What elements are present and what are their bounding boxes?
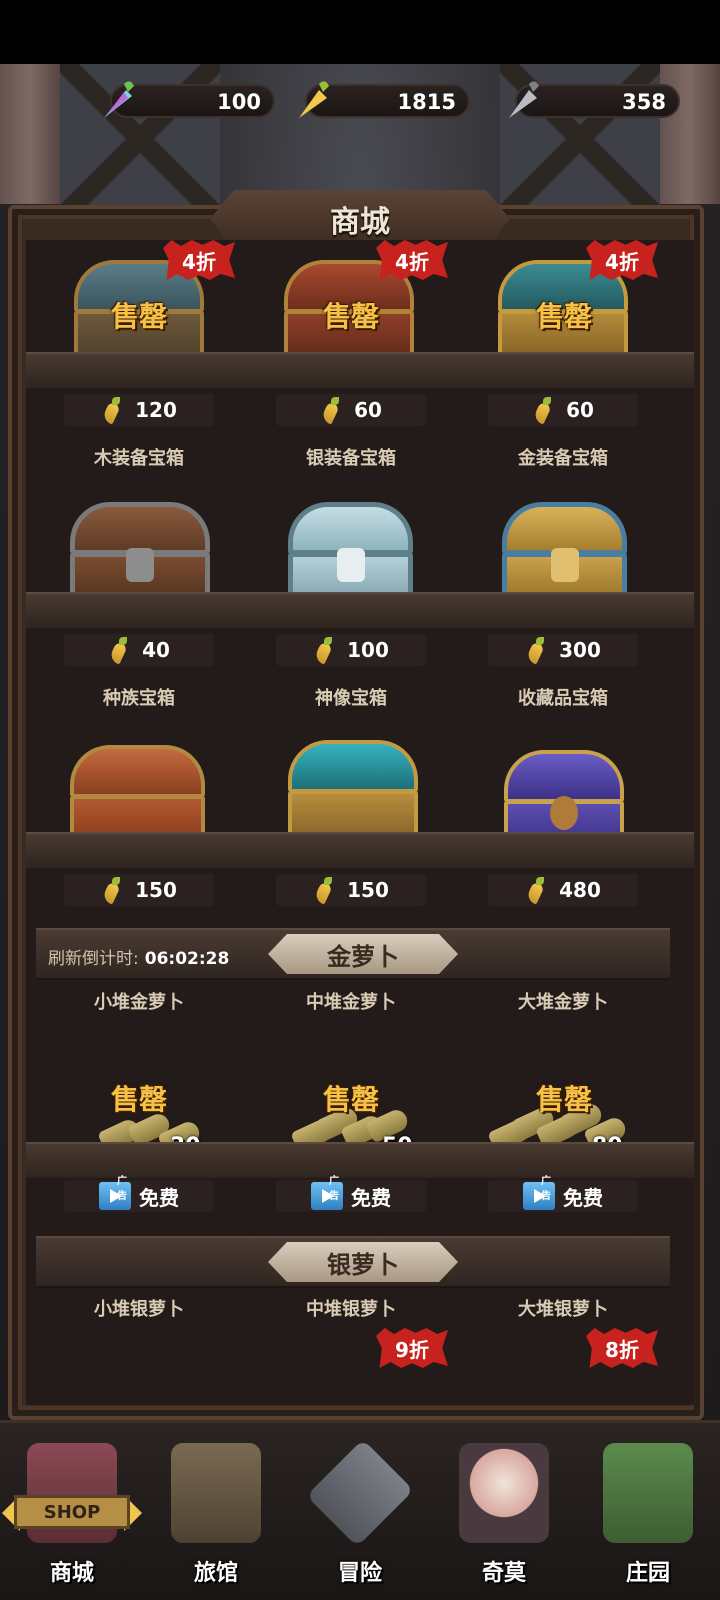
shop-shelves: 售罄 售罄 售罄 4折 4折 4折 120 60 60 木装备宝箱 银装备宝箱 … (26, 240, 694, 1405)
nav-shop[interactable]: SHOP 商城 (0, 1423, 144, 1600)
currency-gold-value: 1815 (397, 90, 456, 114)
currency-silver[interactable]: 358 (509, 81, 680, 118)
price-button[interactable]: 300 (488, 634, 638, 666)
gold-carrot-icon (525, 637, 547, 663)
price-button[interactable]: 40 (64, 634, 214, 666)
price-value: 120 (135, 398, 177, 422)
gold-carrot-icon (525, 877, 547, 903)
currency-rainbow-value: 100 (217, 90, 261, 114)
item-name: 小堆银萝卜 (94, 1299, 184, 1320)
price-value: 480 (559, 878, 601, 902)
nav-label: 庄园 (625, 1561, 670, 1586)
ad-label: 广告 (541, 1176, 551, 1202)
curtain-left (0, 64, 60, 204)
ad-play-icon: 广告 (523, 1176, 555, 1210)
price-value: 60 (566, 398, 594, 422)
item-name: 种族宝箱 (103, 688, 175, 709)
countdown-value: 06:02:28 (144, 949, 230, 969)
soldout-label: 售罄 (323, 300, 380, 333)
soldout-label: 售罄 (111, 300, 168, 333)
item-name: 大堆银萝卜 (518, 1299, 608, 1320)
price-value: 150 (347, 878, 389, 902)
gold-carrot-icon (101, 877, 123, 903)
soldout-label: 售罄 (111, 1083, 168, 1116)
price-value: 40 (142, 638, 170, 662)
price-button[interactable]: 480 (488, 874, 638, 906)
nav-label: 冒险 (337, 1561, 382, 1586)
gold-carrot-icon (320, 397, 342, 423)
free-label: 免费 (563, 1185, 603, 1210)
discount-badge: 8折 (586, 1328, 658, 1368)
nav-label: 商城 (49, 1561, 94, 1586)
item-name: 银装备宝箱 (306, 448, 396, 469)
soldout-label: 售罄 (536, 1083, 593, 1116)
status-bar (0, 0, 720, 64)
ad-play-icon: 广告 (99, 1176, 131, 1210)
price-button[interactable]: 150 (276, 874, 426, 906)
price-value: 150 (135, 878, 177, 902)
crossed-swords-icon (306, 1439, 414, 1547)
gold-carrot-icon (101, 397, 123, 423)
chimo-character-icon (459, 1443, 549, 1543)
price-button[interactable]: 60 (488, 394, 638, 426)
nav-inn[interactable]: 旅馆 (144, 1423, 288, 1600)
nav-label: 奇莫 (481, 1561, 526, 1586)
item-name: 收藏品宝箱 (518, 688, 608, 709)
nav-manor[interactable]: 庄园 (576, 1423, 720, 1600)
discount-badge: 9折 (376, 1328, 448, 1368)
item-name: 金装备宝箱 (518, 448, 608, 469)
ad-label: 广告 (329, 1176, 339, 1202)
item-name: 神像宝箱 (315, 688, 387, 709)
watch-ad-button[interactable]: 广告 免费 (488, 1176, 638, 1212)
silver-section-title: 银萝卜 (268, 1242, 458, 1282)
shelf-plank (26, 352, 694, 388)
item-name: 中堆银萝卜 (306, 1299, 396, 1320)
price-value: 60 (354, 398, 382, 422)
nav-chimo[interactable]: 奇莫 (432, 1423, 576, 1600)
ad-play-icon: 广告 (311, 1176, 343, 1210)
price-button[interactable]: 100 (276, 634, 426, 666)
free-label: 免费 (351, 1185, 391, 1210)
ad-label: 广告 (117, 1176, 127, 1202)
soldout-label: 售罄 (323, 1083, 380, 1116)
gold-carrot-icon (313, 637, 335, 663)
nav-label: 旅馆 (193, 1561, 238, 1586)
inn-gate-icon (171, 1443, 261, 1543)
currency-rainbow[interactable]: 100 (104, 81, 275, 118)
price-button[interactable]: 60 (276, 394, 426, 426)
item-name: 大堆金萝卜 (518, 992, 608, 1013)
shelf-plank (26, 592, 694, 628)
watch-ad-button[interactable]: 广告 免费 (64, 1176, 214, 1212)
discount-badge: 4折 (586, 240, 658, 280)
price-value: 300 (559, 638, 601, 662)
shop-sign: SHOP (14, 1495, 130, 1529)
manor-island-icon (603, 1443, 693, 1543)
shelf-plank (26, 832, 694, 868)
silver-carrot-icon (509, 81, 539, 118)
price-button[interactable]: 120 (64, 394, 214, 426)
discount-badge: 4折 (163, 240, 235, 280)
item-name: 木装备宝箱 (94, 448, 184, 469)
gold-carrot-icon (108, 637, 130, 663)
price-value: 100 (347, 638, 389, 662)
gold-carrot-icon (313, 877, 335, 903)
gold-carrot-icon (299, 81, 329, 118)
item-name: 中堆金萝卜 (306, 992, 396, 1013)
bottom-nav: SHOP 商城 旅馆 冒险 奇莫 庄园 (0, 1420, 720, 1600)
page-title: 商城 (330, 205, 390, 240)
free-label: 免费 (139, 1185, 179, 1210)
rainbow-carrot-icon (104, 81, 134, 118)
currency-gold[interactable]: 1815 (299, 81, 470, 118)
gold-carrot-icon (532, 397, 554, 423)
watch-ad-button[interactable]: 广告 免费 (276, 1176, 426, 1212)
item-name: 小堆金萝卜 (94, 992, 184, 1013)
currency-silver-value: 358 (622, 90, 666, 114)
discount-badge: 4折 (376, 240, 448, 280)
countdown-label: 刷新倒计时: (48, 949, 139, 969)
nav-adventure[interactable]: 冒险 (288, 1423, 432, 1600)
soldout-label: 售罄 (536, 300, 593, 333)
gold-section-title: 金萝卜 (268, 934, 458, 974)
refresh-countdown: 刷新倒计时: 06:02:28 (48, 944, 229, 969)
price-button[interactable]: 150 (64, 874, 214, 906)
